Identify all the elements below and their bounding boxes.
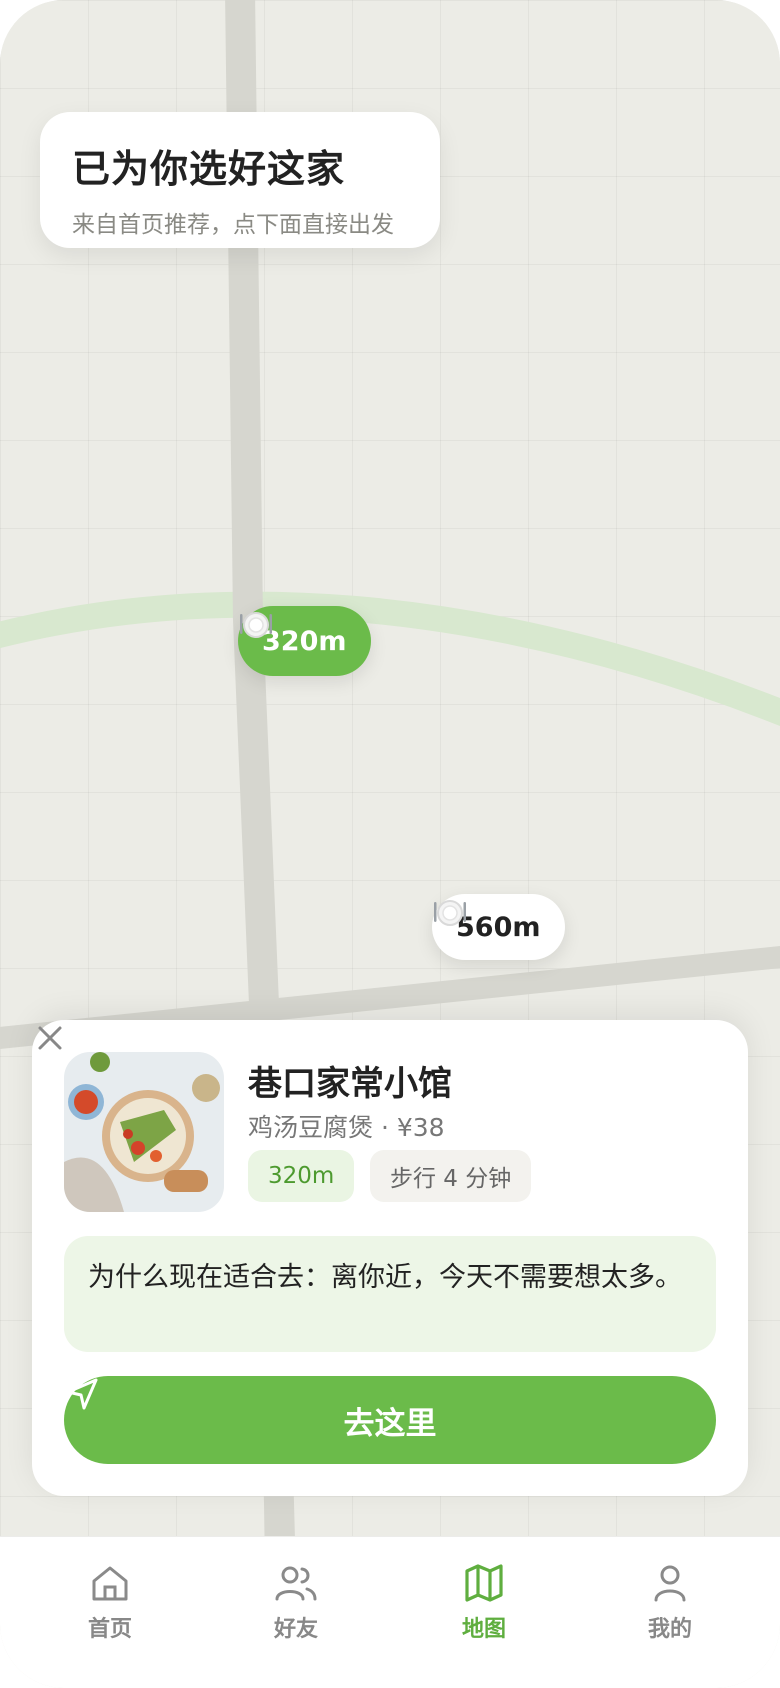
plate-icon xyxy=(240,612,272,638)
tab-me-label: 我的 xyxy=(647,1617,692,1642)
banner-title: 已为你选好这家 xyxy=(72,147,346,191)
restaurant-card: 巷口家常小馆 鸡汤豆腐煲 · ¥38 320m 步行 4 分钟 为什么现在适合去… xyxy=(32,1020,748,1496)
pin-distance-label: 320m xyxy=(262,625,347,657)
go-here-button[interactable]: 去这里 xyxy=(64,1376,716,1464)
tab-map-label: 地图 xyxy=(461,1617,506,1642)
tab-me[interactable]: 我的 xyxy=(610,1561,730,1651)
green-route xyxy=(0,591,780,727)
plate-icon xyxy=(434,900,466,926)
tab-friends-label: 好友 xyxy=(273,1617,318,1642)
friends-icon xyxy=(275,1566,317,1601)
restaurant-dish-price: 鸡汤豆腐煲 · ¥38 xyxy=(248,1113,445,1142)
distance-chip: 320m xyxy=(248,1150,355,1202)
bottom-tab-bar: 首页 好友 地图 我的 xyxy=(0,1536,780,1688)
tab-home[interactable]: 首页 xyxy=(50,1561,170,1651)
recommendation-banner: 已为你选好这家 来自首页推荐，点下面直接出发 xyxy=(40,112,440,248)
close-icon[interactable] xyxy=(32,1020,68,1056)
reason-box: 为什么现在适合去：离你近，今天不需要想太多。 xyxy=(64,1236,716,1352)
map-pin-selected[interactable]: 320m xyxy=(238,606,371,676)
tab-friends[interactable]: 好友 xyxy=(236,1561,356,1651)
restaurant-name: 巷口家常小馆 xyxy=(248,1064,452,1104)
go-here-label: 去这里 xyxy=(343,1405,437,1442)
pin-distance-label: 560m xyxy=(456,911,541,943)
map-icon xyxy=(465,1564,503,1602)
food-bowl-photo xyxy=(64,1052,224,1212)
banner-subtitle: 来自首页推荐，点下面直接出发 xyxy=(72,212,394,238)
tab-map[interactable]: 地图 xyxy=(424,1561,544,1651)
restaurant-thumbnail xyxy=(64,1052,224,1212)
tab-home-label: 首页 xyxy=(87,1617,132,1642)
user-icon xyxy=(654,1565,686,1602)
home-icon xyxy=(92,1566,128,1601)
phone-screen: 已为你选好这家 来自首页推荐，点下面直接出发 320m 560m 巷口家常小馆 … xyxy=(0,0,780,1688)
navigation-arrow-icon xyxy=(66,1378,98,1410)
walk-time-chip: 步行 4 分钟 xyxy=(370,1150,532,1202)
map-pin[interactable]: 560m xyxy=(432,894,565,960)
map-view[interactable]: 已为你选好这家 来自首页推荐，点下面直接出发 320m 560m 巷口家常小馆 … xyxy=(0,0,780,1540)
